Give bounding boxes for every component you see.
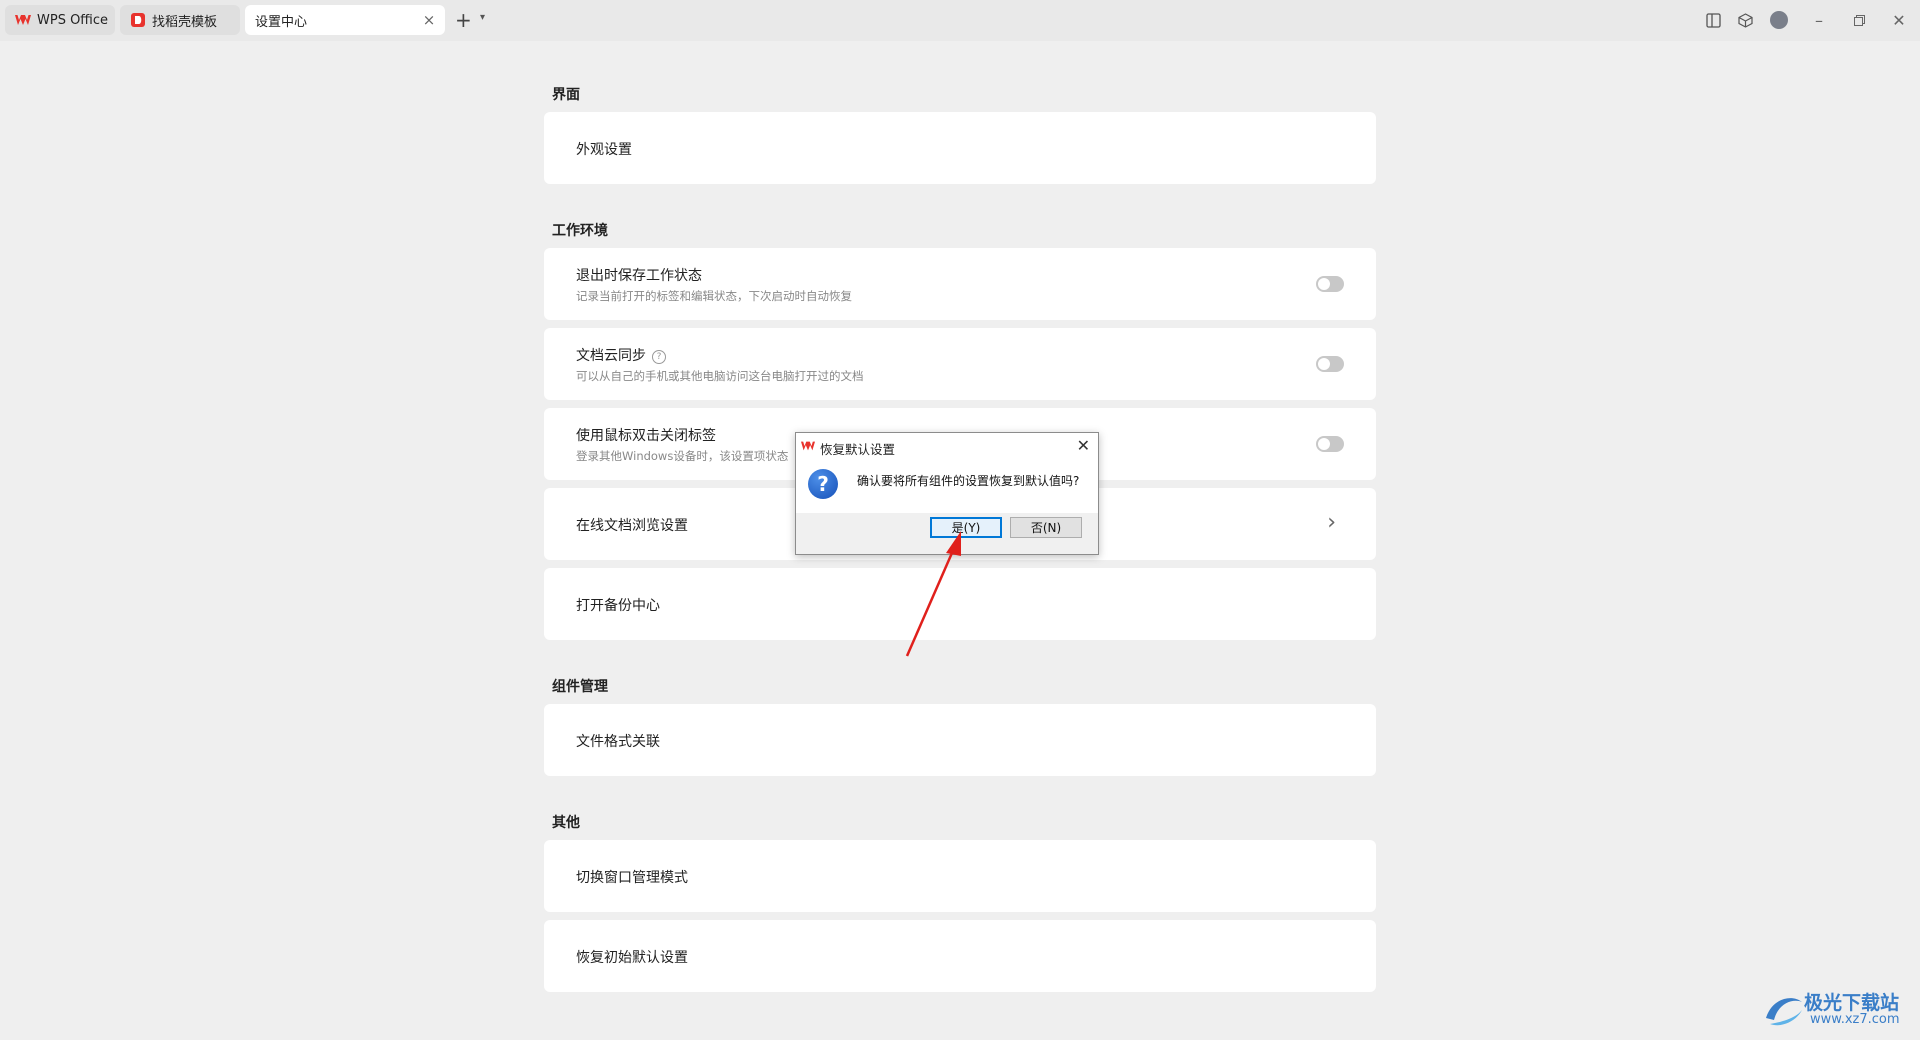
dialog-message: 确认要将所有组件的设置恢复到默认值吗? [857, 474, 1080, 488]
item-label: 文档云同步? [576, 345, 666, 365]
box-icon[interactable] [1736, 11, 1754, 29]
item-label: 在线文档浏览设置 [576, 518, 688, 534]
dblclick-close-toggle[interactable] [1316, 436, 1344, 452]
chevron-down-icon[interactable]: ▾ [480, 12, 485, 23]
watermark-logo-icon [1766, 998, 1802, 1026]
cloud-sync-toggle[interactable] [1316, 356, 1344, 372]
window-mode-item[interactable]: 切换窗口管理模式 [544, 840, 1376, 912]
tab-template[interactable]: 找稻壳模板 [120, 5, 240, 35]
tab-label: 找稻壳模板 [152, 14, 218, 30]
item-label: 恢复初始默认设置 [576, 950, 688, 966]
watermark: 极光下载站 www.xz7.com [1762, 986, 1912, 1034]
tab-label: WPS Office [37, 12, 109, 28]
tab-label: 设置中心 [255, 14, 308, 30]
wps-logo-icon [15, 12, 31, 28]
restore-icon[interactable] [1848, 9, 1870, 31]
tab-close-icon[interactable]: × [421, 12, 437, 28]
help-icon[interactable]: ? [652, 350, 666, 364]
item-label: 外观设置 [576, 142, 632, 158]
save-state-toggle[interactable] [1316, 276, 1344, 292]
minimize-icon[interactable]: – [1808, 9, 1830, 31]
restore-defaults-item[interactable]: 恢复初始默认设置 [544, 920, 1376, 992]
plus-icon[interactable]: + [455, 9, 472, 31]
chevron-right-icon: › [1327, 510, 1336, 535]
tab-wps-office[interactable]: WPS Office [5, 5, 115, 35]
file-association-item[interactable]: 文件格式关联 [544, 704, 1376, 776]
cloud-sync-label: 文档云同步 [576, 348, 646, 364]
avatar[interactable] [1770, 11, 1788, 29]
section-title-other: 其他 [552, 815, 580, 831]
item-description: 可以从自己的手机或其他电脑访问这台电脑打开过的文档 [576, 369, 864, 383]
watermark-url: www.xz7.com [1810, 1012, 1900, 1027]
item-label: 退出时保存工作状态 [576, 268, 702, 284]
dialog-title: 恢复默认设置 [820, 442, 896, 457]
item-label: 打开备份中心 [576, 598, 660, 614]
question-icon: ? [808, 469, 838, 499]
dialog-close-icon[interactable]: ✕ [1077, 436, 1090, 455]
toggle-knob [1318, 358, 1330, 370]
no-button[interactable]: 否(N) [1010, 517, 1082, 538]
item-description: 登录其他Windows设备时，该设置项状态 [576, 449, 789, 463]
watermark-name: 极光下载站 [1804, 992, 1900, 1014]
toggle-knob [1318, 278, 1330, 290]
item-label: 切换窗口管理模式 [576, 870, 688, 886]
cloud-sync-item: 文档云同步? 可以从自己的手机或其他电脑访问这台电脑打开过的文档 [544, 328, 1376, 400]
appearance-settings-item[interactable]: 外观设置 [544, 112, 1376, 184]
restore-defaults-dialog: 恢复默认设置 ✕ ? 确认要将所有组件的设置恢复到默认值吗? 是(Y) 否(N) [795, 432, 1099, 555]
backup-center-item[interactable]: 打开备份中心 [544, 568, 1376, 640]
yes-button[interactable]: 是(Y) [930, 517, 1002, 538]
close-icon[interactable]: ✕ [1888, 9, 1910, 31]
layout-icon[interactable] [1704, 11, 1722, 29]
item-description: 记录当前打开的标签和编辑状态，下次启动时自动恢复 [576, 289, 852, 303]
tab-settings[interactable]: 设置中心 × [245, 5, 445, 35]
save-state-item: 退出时保存工作状态 记录当前打开的标签和编辑状态，下次启动时自动恢复 [544, 248, 1376, 320]
section-title-interface: 界面 [552, 87, 580, 103]
item-label: 使用鼠标双击关闭标签 [576, 428, 716, 444]
wps-logo-icon [801, 441, 815, 451]
item-label: 文件格式关联 [576, 734, 660, 750]
section-title-components: 组件管理 [552, 679, 608, 695]
docer-logo-icon [130, 12, 146, 28]
toggle-knob [1318, 438, 1330, 450]
title-bar: WPS Office 找稻壳模板 设置中心 × + ▾ – ✕ [0, 0, 1920, 41]
section-title-work-env: 工作环境 [552, 223, 608, 239]
